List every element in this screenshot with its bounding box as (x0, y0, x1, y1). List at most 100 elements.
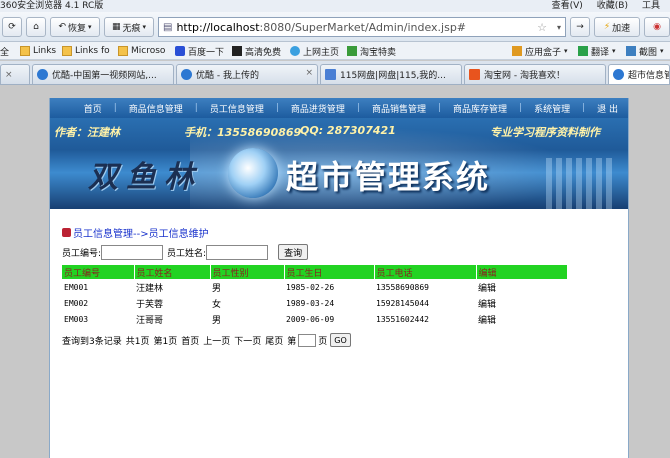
refresh-icon: ⟳ (8, 22, 16, 32)
go-button[interactable]: GO (330, 333, 351, 347)
app-menu: 首页 | 商品信息管理 | 员工信息管理 | 商品进货管理 | 商品销售管理 |… (50, 98, 628, 118)
app-box-icon (512, 46, 522, 56)
taobao-icon (469, 69, 480, 80)
edit-link[interactable]: 编辑 (476, 295, 568, 311)
close-icon: × (5, 69, 13, 80)
pager-goto-suffix: 页 (318, 336, 328, 347)
cell-id: EM003 (64, 314, 89, 324)
menu-logout[interactable]: 退 出 (597, 102, 618, 115)
cell-sex: 男 (212, 315, 222, 326)
table-row: EM003 汪哥哥 男 2009-06-09 13551602442 编辑 (62, 311, 568, 327)
folder-icon (118, 46, 128, 56)
cell-birthday: 1985-02-26 (286, 282, 335, 292)
bookmark-hd-free[interactable]: 高清免费 (232, 44, 281, 58)
folder-icon (20, 46, 30, 56)
employee-table: 员工编号 员工姓名 员工性别 员工生日 员工电话 编辑 EM001 汪建林 男 … (62, 265, 568, 327)
col-header-birthday: 员工生日 (284, 265, 375, 279)
pager-next[interactable]: 下一页 (234, 334, 261, 347)
menu-sales[interactable]: 商品销售管理 (372, 102, 426, 115)
cell-sex: 女 (212, 299, 222, 310)
bookmark-baidu[interactable]: 百度一下 (175, 44, 224, 58)
tab-overflow[interactable]: × (0, 64, 30, 84)
bookmark-app-box[interactable]: 应用盒子 ▾ (512, 44, 568, 58)
cell-sex: 男 (212, 283, 222, 294)
address-bar[interactable]: ▤ http://localhost:8080/SuperMarket/Admi… (158, 17, 566, 37)
pager-prev[interactable]: 上一页 (203, 334, 230, 347)
tab-youku-home[interactable]: 优酷-中国第一视频网站,... (32, 64, 174, 84)
refresh-button[interactable]: ⟳ (2, 17, 22, 37)
col-header-id: 员工编号 (62, 265, 135, 279)
menu-tools[interactable]: 工具 (642, 0, 660, 12)
tab-115[interactable]: 115网盘|网盘|115,我的... (320, 64, 462, 84)
employee-id-input[interactable] (101, 244, 164, 260)
pager-last[interactable]: 尾页 (265, 334, 283, 347)
menu-favorites[interactable]: 收藏(B) (597, 0, 628, 12)
close-icon[interactable]: × (305, 68, 313, 78)
banner-phone: 手机：13558690869 (184, 126, 302, 139)
translate-icon (578, 46, 588, 56)
book-icon (62, 228, 71, 237)
tab-youku-uploads[interactable]: 优酷 - 我上传的 × (176, 64, 318, 84)
pager-goto-prefix: 第 (287, 336, 297, 347)
cell-name: 汪建林 (136, 283, 164, 294)
edit-link[interactable]: 编辑 (476, 279, 568, 295)
accelerate-button[interactable]: ⚡ 加速 (594, 17, 640, 37)
go-forward-button[interactable]: → (570, 17, 590, 37)
chevron-down-icon: ▾ (564, 47, 568, 55)
pager-first[interactable]: 首页 (181, 334, 199, 347)
col-header-phone: 员工电话 (374, 265, 477, 279)
cell-id: EM002 (64, 298, 89, 308)
banner-qq: QQ: 287307421 (300, 124, 396, 137)
menu-home[interactable]: 首页 (84, 102, 102, 115)
noad-button[interactable]: ▦ 无痕 ▾ (104, 17, 154, 37)
menu-employees[interactable]: 员工信息管理 (210, 102, 264, 115)
employee-name-input[interactable] (206, 244, 269, 260)
banner-tagline: 专业学习程序资料制作 (490, 126, 600, 139)
pager-current: 第1页 (153, 336, 178, 347)
bookmark-screenshot[interactable]: 截图 ▾ (626, 44, 664, 58)
menu-stock[interactable]: 商品库存管理 (453, 102, 507, 115)
orb-logo (228, 148, 278, 198)
page-icon (613, 69, 624, 80)
star-icon[interactable]: ☆ (537, 21, 547, 34)
bookmark-links-fo[interactable]: Links fo (62, 44, 110, 58)
pager-total: 共1页 (125, 336, 150, 347)
tab-supermarket[interactable]: 超市信息管 (608, 64, 670, 84)
home-button[interactable]: ⌂ (26, 17, 46, 37)
search-form: 员工编号: 员工姓名: 查询 (62, 243, 309, 261)
chevron-down-icon[interactable]: ▾ (557, 23, 561, 32)
breadcrumb-text[interactable]: 员工信息管理-->员工信息维护 (73, 225, 209, 240)
cell-birthday: 1989-03-24 (286, 298, 335, 308)
pager: 查询到3条记录 共1页 第1页 首页 上一页 下一页 尾页 第 页 GO (62, 333, 351, 347)
search-engine-button[interactable]: ◉ (644, 17, 670, 37)
col-header-sex: 员工性别 (210, 265, 285, 279)
home-page-icon (290, 46, 300, 56)
pager-summary: 查询到3条记录 (62, 336, 122, 347)
bookmark-microsoft[interactable]: Microso (118, 44, 165, 58)
cell-birthday: 2009-06-09 (286, 314, 335, 324)
page-icon: ▤ (163, 21, 173, 33)
page-number-input[interactable] (298, 333, 317, 347)
menu-system[interactable]: 系统管理 (534, 102, 570, 115)
menu-view[interactable]: 查看(V) (552, 0, 583, 12)
bookmark-links[interactable]: Links (20, 44, 56, 58)
menu-purchase[interactable]: 商品进货管理 (291, 102, 345, 115)
address-url[interactable]: http://localhost:8080/SuperMarket/Admin/… (176, 21, 466, 34)
youku-icon (181, 69, 192, 80)
chevron-down-icon: ▾ (612, 47, 616, 55)
edit-link[interactable]: 编辑 (476, 311, 568, 327)
bookmark-homepage[interactable]: 上网主页 (290, 44, 339, 58)
table-row: EM001 汪建林 男 1985-02-26 13558690869 编辑 (62, 279, 568, 295)
cell-id: EM001 (64, 282, 89, 292)
restore-button[interactable]: ↶ 恢复 ▾ (50, 17, 100, 37)
menu-goods[interactable]: 商品信息管理 (129, 102, 183, 115)
tab-taobao[interactable]: 淘宝网 - 淘我喜欢！ (464, 64, 606, 84)
chevron-down-icon: ▾ (142, 23, 147, 31)
bookmark-0[interactable]: 全 (0, 44, 9, 58)
bookmark-translate[interactable]: 翻译 ▾ (578, 44, 616, 58)
employee-id-label: 员工编号: (62, 248, 102, 259)
taobao-icon (347, 46, 357, 56)
query-button[interactable]: 查询 (278, 244, 309, 260)
browser-menu: 查看(V) 收藏(B) 工具 (552, 0, 670, 12)
bookmark-taobao[interactable]: 淘宝特卖 (347, 44, 396, 58)
